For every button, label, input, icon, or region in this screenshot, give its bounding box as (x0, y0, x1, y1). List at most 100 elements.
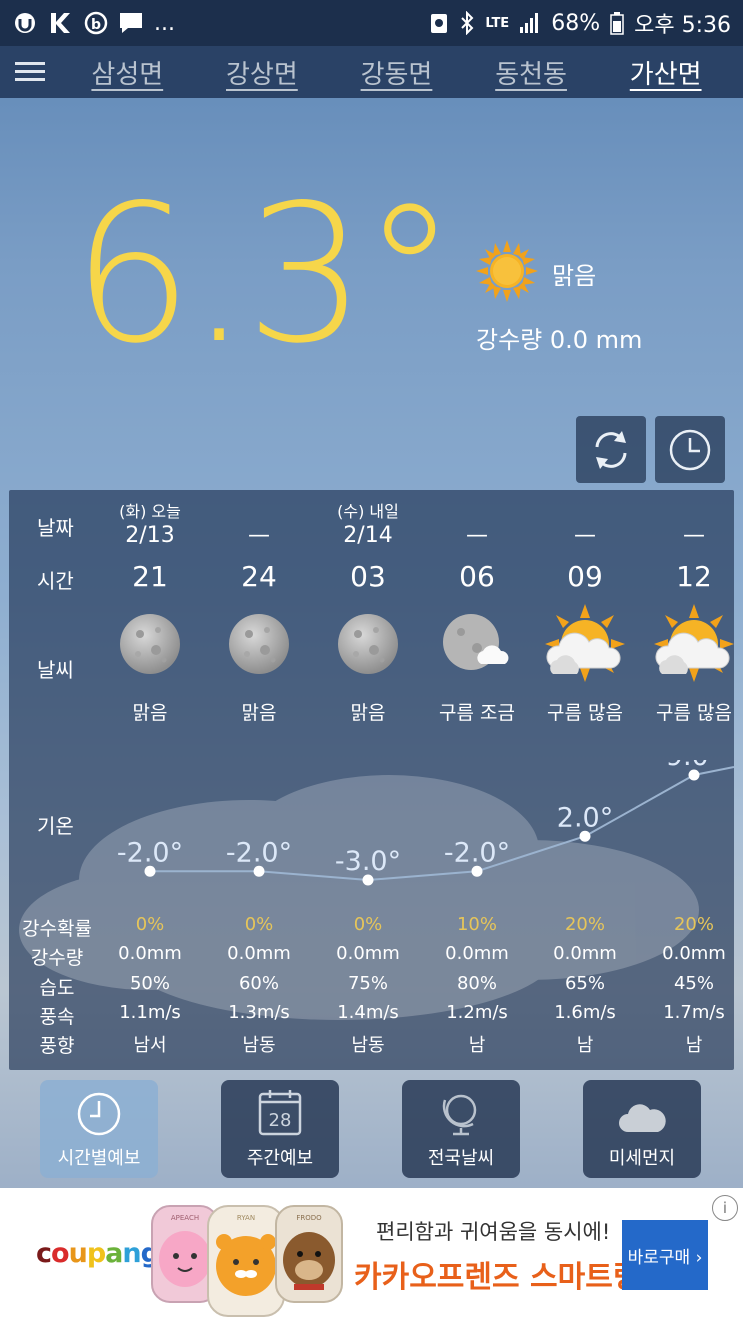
forecast-condition: 구름 조금 (439, 702, 515, 724)
forecast-condition: 구름 많음 (656, 702, 732, 724)
forecast-date: 2/14 (343, 523, 393, 548)
forecast-condition: 맑음 (241, 702, 277, 724)
tab-label: 전국날씨 (427, 1148, 495, 1169)
menu-button[interactable] (0, 46, 60, 98)
forecast-precip-amount: 0.0mm (118, 943, 182, 964)
forecast-hour: 24 (241, 560, 277, 593)
precipitation-label: 강수량 0.0 mm (476, 326, 643, 354)
tab-fine-dust[interactable]: 미세먼지 (583, 1080, 701, 1178)
cloud-icon (619, 1104, 666, 1132)
forecast-day: (수) 내일 (337, 502, 399, 521)
clock-icon (669, 429, 711, 470)
forecast-precip-amount: 0.0mm (336, 943, 400, 964)
tab-label: 시간별예보 (57, 1148, 141, 1169)
forecast-day: (화) 오늘 (119, 502, 181, 521)
moon-cloud-icon (425, 612, 529, 676)
frodo-ring-image: FRODO (275, 1205, 343, 1303)
moon-icon (207, 612, 311, 676)
ad-headline: 편리함과 귀여움을 동시에! (376, 1220, 611, 1244)
ad-banner[interactable]: coupang APEACH RYAN FRODO 편리함과 귀여움을 동시에!… (0, 1188, 743, 1321)
forecast-wind-speed: 1.2m/s (446, 1002, 508, 1023)
coupang-logo: coupang (36, 1238, 160, 1269)
forecast-precip-amount: 0.0mm (445, 943, 509, 964)
temperature-label: 9.0° (666, 760, 722, 772)
label-precip-probability: 강수확률 (22, 918, 92, 940)
tab-location-2[interactable]: 강상면 (226, 54, 298, 91)
forecast-precip-probability: 20% (673, 914, 714, 935)
network-type: LTE (485, 15, 510, 31)
label-date: 날짜 (37, 516, 74, 540)
forecast-wind-direction: 남서 (133, 1035, 167, 1056)
u-plus-icon (12, 11, 38, 35)
refresh-icon (595, 430, 627, 469)
hamburger-icon (15, 62, 45, 81)
b-app-icon: b (84, 11, 108, 35)
moon-icon (316, 612, 420, 676)
forecast-condition: 구름 많음 (547, 702, 623, 724)
sun-cloud-icon (533, 602, 637, 686)
forecast-wind-direction: 남 (576, 1035, 594, 1056)
tab-label: 미세먼지 (608, 1148, 676, 1169)
forecast-condition: 맑음 (132, 702, 168, 724)
label-wind-speed: 풍속 (39, 1006, 75, 1028)
forecast-humidity: 60% (238, 973, 279, 994)
forecast-wind-speed: 1.6m/s (554, 1002, 616, 1023)
forecast-wind-direction: 남 (685, 1035, 703, 1056)
forecast-wind-speed: 1.4m/s (337, 1002, 399, 1023)
label-humidity: 습도 (39, 977, 75, 999)
forecast-date: — (466, 523, 488, 548)
forecast-precip-amount: 0.0mm (227, 943, 291, 964)
svg-text:28: 28 (269, 1110, 292, 1131)
forecast-date: — (683, 523, 705, 548)
tab-national-weather[interactable]: 전국날씨 (402, 1080, 520, 1178)
current-temperature: 6.3° (72, 164, 457, 385)
buy-now-button[interactable]: 바로구매 › (622, 1220, 708, 1290)
forecast-hour: 09 (567, 560, 603, 593)
history-button[interactable] (655, 416, 725, 483)
forecast-date: — (574, 523, 596, 548)
forecast-precip-amount: 0.0mm (553, 943, 617, 964)
label-wind-direction: 풍향 (39, 1035, 75, 1057)
tab-location-4[interactable]: 동천동 (495, 54, 567, 91)
svg-text:APEACH: APEACH (171, 1214, 199, 1222)
sun-icon (476, 240, 538, 306)
forecast-hour: 03 (350, 560, 386, 593)
k-app-icon (48, 11, 74, 35)
ad-info-icon[interactable]: i (712, 1195, 738, 1221)
ad-product: 카카오프렌즈 스마트링 (354, 1260, 641, 1295)
forecast-wind-speed: 1.3m/s (228, 1002, 290, 1023)
condition-label: 맑음 (552, 261, 597, 290)
tab-location-1[interactable]: 삼성면 (91, 54, 163, 91)
forecast-humidity: 45% (673, 973, 714, 994)
globe-icon (442, 1094, 477, 1136)
clock-icon (77, 1092, 121, 1136)
more-notifications: ... (154, 10, 175, 36)
refresh-button[interactable] (576, 416, 646, 483)
status-bar: b ... LTE 68% 오후 5:36 (0, 0, 743, 46)
tab-location-5[interactable]: 가산면 (630, 54, 702, 91)
tab-hourly-forecast[interactable]: 시간별예보 (40, 1080, 158, 1178)
current-condition: 맑음 강수량 0.0 mm (476, 240, 642, 355)
recycle-icon (429, 11, 449, 35)
tab-location-3[interactable]: 강동면 (361, 54, 433, 91)
forecast-condition: 맑음 (350, 702, 386, 724)
temperature-label: -2.0° (444, 837, 510, 868)
tab-weekly-forecast[interactable]: 28 주간예보 (221, 1080, 339, 1178)
forecast-date: — (248, 523, 270, 548)
location-nav: 삼성면 강상면 강동면 동천동 가산면 (0, 46, 743, 98)
temperature-label: 2.0° (557, 802, 613, 833)
forecast-hour: 06 (459, 560, 495, 593)
temperature-label: -2.0° (226, 837, 292, 868)
forecast-precip-probability: 0% (244, 914, 274, 935)
forecast-precip-amount: 0.0mm (662, 943, 726, 964)
forecast-humidity: 75% (347, 973, 388, 994)
svg-text:FRODO: FRODO (296, 1214, 322, 1222)
battery-percent: 68% (551, 10, 601, 36)
forecast-precip-probability: 20% (564, 914, 605, 935)
svg-text:RYAN: RYAN (237, 1214, 255, 1222)
forecast-wind-speed: 1.1m/s (119, 1002, 181, 1023)
forecast-wind-direction: 남동 (242, 1035, 276, 1056)
forecast-humidity: 65% (564, 973, 605, 994)
moon-icon (98, 612, 202, 676)
forecast-precip-probability: 10% (456, 914, 497, 935)
